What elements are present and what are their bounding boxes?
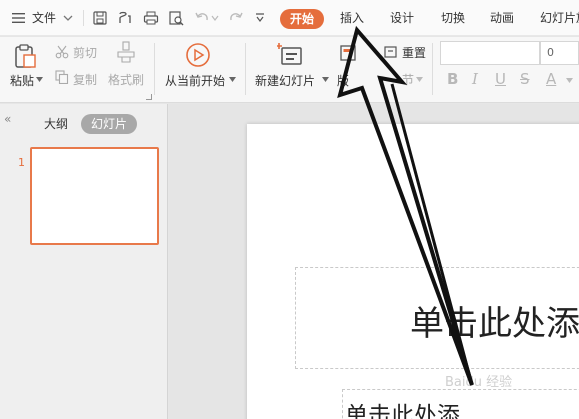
print-preview-icon[interactable] [168,10,184,26]
paste-icon[interactable] [12,43,38,69]
file-menu[interactable]: 文件 [32,0,56,36]
slide-editing-area: 单击此处添 单击此处添 Baidu 经验 [169,104,579,419]
format-brush-icon[interactable] [117,10,133,26]
chevron-down-icon[interactable] [36,77,43,82]
copy-icon [55,70,69,84]
slide-navigation-panel: « 大纲 幻灯片 1 [0,104,168,419]
reset-button[interactable]: 重置 [402,44,426,61]
tab-insert[interactable]: 插入 [340,0,364,36]
format-painter-icon [117,41,135,63]
chevron-down-icon[interactable] [322,77,329,82]
chevron-down-icon[interactable] [211,15,219,21]
menu-bar: 文件 开始 插入 设计 切换 动画 幻灯片放 [0,0,579,36]
scissors-icon [55,45,69,59]
tab-slideshow[interactable]: 幻灯片放 [540,0,579,36]
strikethrough-button[interactable]: S [520,70,530,88]
font-color-button[interactable]: A [546,70,556,88]
slide-thumbnail[interactable] [30,147,159,245]
title-placeholder-text: 单击此处添 [410,304,579,344]
play-from-current-button[interactable]: 从当前开始 [165,72,225,89]
slide-number: 1 [18,156,25,169]
paste-button[interactable]: 粘贴 [10,72,34,89]
redo-icon[interactable] [228,10,244,26]
italic-button[interactable]: I [472,70,478,88]
collapse-panel-icon[interactable]: « [4,112,11,126]
tab-outline[interactable]: 大纲 [36,114,76,134]
tab-slides[interactable]: 幻灯片 [81,114,137,134]
title-placeholder[interactable]: 单击此处添 [295,267,579,369]
slide[interactable]: 单击此处添 单击此处添 Baidu 经验 [247,124,579,419]
new-slide-button[interactable]: 新建幻灯片 [255,72,315,89]
bold-button[interactable]: B [447,70,458,88]
layout-button[interactable]: 版 [337,72,349,89]
chevron-down-icon[interactable] [229,77,236,82]
dialog-launcher-icon[interactable] [146,94,152,100]
play-icon[interactable] [185,42,211,68]
tab-design[interactable]: 设计 [390,0,414,36]
reset-icon[interactable] [384,45,398,59]
chevron-down-icon[interactable] [63,14,73,22]
layout-icon[interactable] [340,45,356,61]
hamburger-icon[interactable] [12,12,26,24]
divider [432,43,433,95]
copy-button[interactable]: 复制 [73,71,97,88]
tab-home[interactable]: 开始 [280,9,324,29]
watermark: Baidu 经验 [445,375,513,390]
chevron-down-icon[interactable] [566,78,573,83]
customize-toolbar-icon[interactable] [255,13,265,23]
font-name-field[interactable] [440,41,540,65]
print-icon[interactable] [143,10,159,26]
format-painter-button[interactable]: 格式刷 [108,71,144,88]
section-button[interactable]: 节 [402,71,414,88]
cut-button[interactable]: 剪切 [73,44,97,61]
ribbon-toolbar: 粘贴 剪切 复制 格式刷 从当前开始 新建幻灯片 版 重置 节 0 B I U … [0,37,579,103]
save-icon[interactable] [92,10,108,26]
divider [245,43,246,95]
font-size-field[interactable]: 0 [540,41,579,65]
divider [154,43,155,95]
divider [83,10,84,26]
underline-button[interactable]: U [495,70,506,88]
subtitle-placeholder[interactable]: 单击此处添 [342,389,579,419]
tab-transition[interactable]: 切换 [441,0,465,36]
new-slide-icon[interactable] [277,42,303,68]
chevron-down-icon[interactable] [416,77,423,82]
subtitle-placeholder-text: 单击此处添 [345,403,460,419]
undo-icon[interactable] [194,10,210,26]
tab-animation[interactable]: 动画 [490,0,514,36]
